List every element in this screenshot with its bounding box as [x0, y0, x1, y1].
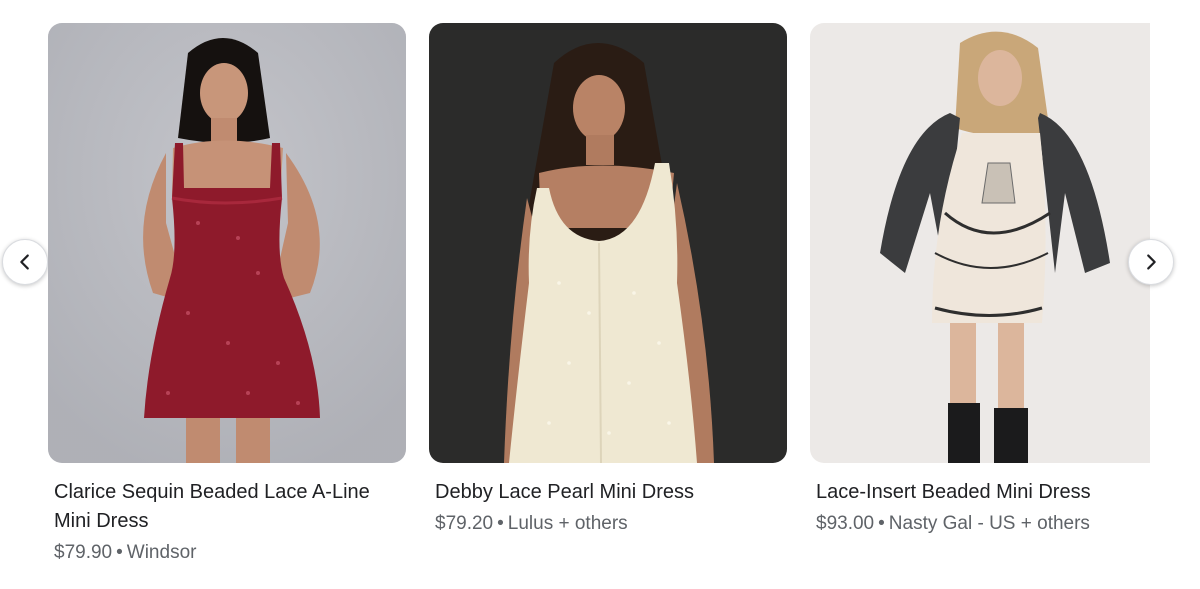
product-price: $79.90 [54, 542, 113, 563]
product-meta: $79.90 • Windsor [54, 540, 406, 566]
product-carousel: Clarice Sequin Beaded Lace A-Line Mini D… [0, 0, 1200, 589]
product-seller: Windsor [126, 542, 197, 563]
product-price: $93.00 [816, 513, 875, 534]
carousel-next-button[interactable] [1128, 239, 1174, 285]
product-title[interactable]: Clarice Sequin Beaded Lace A-Line Mini D… [54, 478, 404, 536]
product-image[interactable] [810, 23, 1150, 463]
product-card[interactable]: Clarice Sequin Beaded Lace A-Line Mini D… [48, 23, 406, 566]
separator-dot: • [497, 513, 504, 534]
product-card[interactable]: Debby Lace Pearl Mini Dress $79.20 • Lulus… [429, 23, 787, 537]
product-seller: Nasty Gal - US + others [888, 513, 1090, 534]
product-meta: $93.00 • Nasty Gal - US + others [816, 511, 1150, 537]
carousel-viewport: Clarice Sequin Beaded Lace A-Line Mini D… [48, 23, 1150, 589]
carousel-prev-button[interactable] [2, 239, 48, 285]
product-price: $79.20 [435, 513, 494, 534]
separator-dot: • [878, 513, 885, 534]
product-image[interactable] [48, 23, 406, 463]
product-image[interactable] [429, 23, 787, 463]
product-meta: $79.20 • Lulus + others [435, 511, 787, 537]
product-seller: Lulus + others [507, 513, 628, 534]
chevron-left-icon [20, 254, 29, 270]
product-card[interactable]: Lace-Insert Beaded Mini Dress $93.00 • Nas… [810, 23, 1150, 537]
chevron-right-icon [1147, 254, 1156, 270]
product-title[interactable]: Lace-Insert Beaded Mini Dress [816, 478, 1150, 507]
separator-dot: • [116, 542, 123, 563]
product-title[interactable]: Debby Lace Pearl Mini Dress [435, 478, 785, 507]
